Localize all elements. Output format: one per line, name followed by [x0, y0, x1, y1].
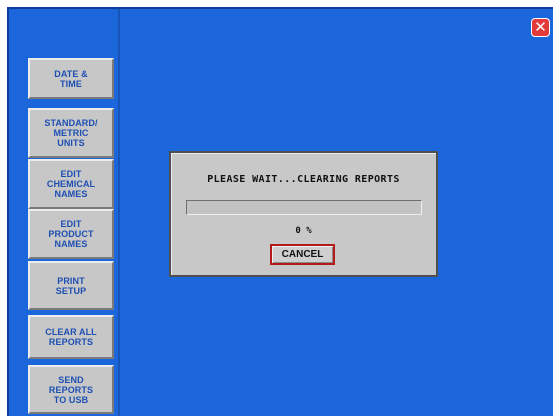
main-screen: DATE & TIME STANDARD/ METRIC UNITS EDIT …: [7, 7, 553, 416]
sidebar: DATE & TIME STANDARD/ METRIC UNITS EDIT …: [9, 9, 120, 416]
sidebar-button-edit-chemical-names[interactable]: EDIT CHEMICAL NAMES: [28, 159, 114, 209]
progress-dialog: PLEASE WAIT...CLEARING REPORTS 0 % CANCE…: [169, 151, 438, 277]
cancel-button[interactable]: CANCEL: [270, 244, 335, 265]
sidebar-button-send-reports-to-usb[interactable]: SEND REPORTS TO USB: [28, 365, 114, 414]
progress-bar: [186, 200, 422, 215]
sidebar-button-standard-metric-units[interactable]: STANDARD/ METRIC UNITS: [28, 108, 114, 158]
close-button[interactable]: ✕: [531, 18, 550, 37]
sidebar-button-print-setup[interactable]: PRINT SETUP: [28, 261, 114, 310]
sidebar-button-edit-product-names[interactable]: EDIT PRODUCT NAMES: [28, 209, 114, 259]
close-icon: ✕: [534, 18, 547, 36]
sidebar-button-clear-all-reports[interactable]: CLEAR ALL REPORTS: [28, 315, 114, 359]
progress-percent-label: 0 %: [295, 226, 312, 236]
dialog-title: PLEASE WAIT...CLEARING REPORTS: [207, 174, 400, 185]
sidebar-button-date-time[interactable]: DATE & TIME: [28, 58, 114, 99]
